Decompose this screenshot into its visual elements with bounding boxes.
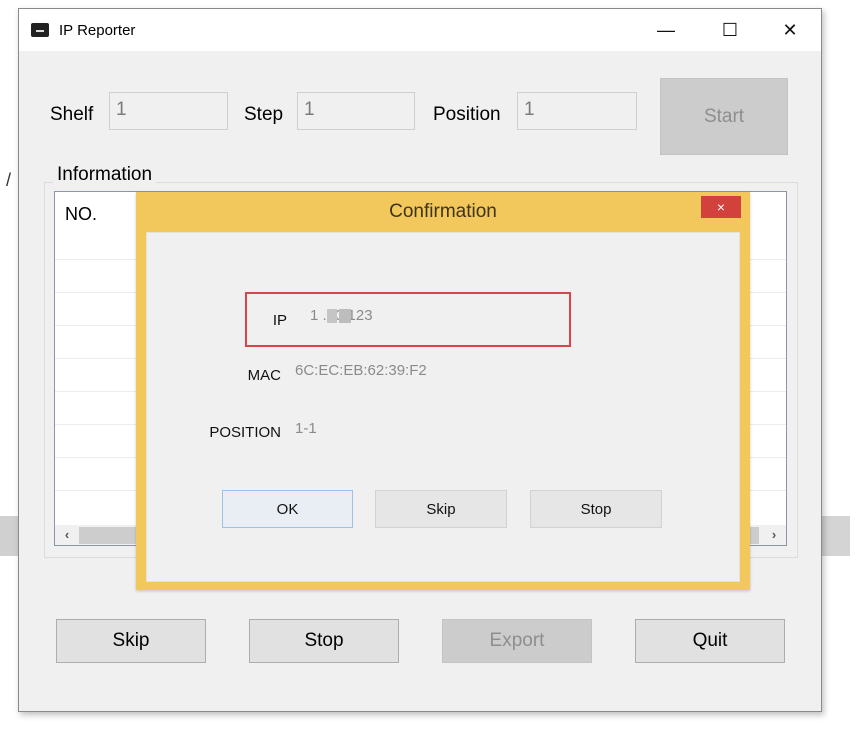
mac-label: MAC [247, 367, 281, 384]
title-bar: IP Reporter — ☐ ✕ [19, 9, 821, 51]
scroll-right-icon[interactable]: › [766, 525, 782, 545]
column-header-no[interactable]: NO. [65, 204, 97, 225]
redaction-mark [339, 309, 351, 323]
start-button[interactable]: Start [660, 78, 788, 155]
app-icon [31, 23, 49, 37]
shelf-label: Shelf [50, 104, 94, 125]
dialog-title: Confirmation [389, 201, 497, 222]
confirmation-dialog: Confirmation × IP 1 .70.123 MAC 6C:EC:EB… [136, 192, 750, 590]
background-bar [820, 516, 850, 556]
quit-button[interactable]: Quit [635, 619, 785, 663]
position-label: Position [433, 104, 501, 125]
step-label: Step [244, 104, 284, 125]
mac-value: 6C:EC:EB:62:39:F2 [295, 362, 427, 379]
stop-button[interactable]: Stop [249, 619, 399, 663]
position-field[interactable]: 1 [517, 92, 637, 130]
position-label: POSITION [209, 424, 281, 441]
ip-highlight-box [245, 292, 571, 347]
step-field[interactable]: 1 [297, 92, 415, 130]
dialog-close-button[interactable]: × [701, 196, 741, 218]
redaction-mark [327, 309, 337, 323]
dialog-stop-button[interactable]: Stop [530, 490, 662, 528]
dialog-body: IP 1 .70.123 MAC 6C:EC:EB:62:39:F2 POSIT… [146, 232, 740, 582]
ip-label: IP [272, 312, 287, 329]
dialog-ok-button[interactable]: OK [222, 490, 353, 528]
background-artifact: / [6, 170, 12, 190]
shelf-field[interactable]: 1 [109, 92, 228, 130]
information-title: Information [53, 164, 157, 186]
maximize-button[interactable]: ☐ [707, 9, 753, 51]
skip-button[interactable]: Skip [56, 619, 206, 663]
scroll-left-icon[interactable]: ‹ [59, 525, 75, 545]
position-value: 1-1 [295, 420, 317, 437]
minimize-button[interactable]: — [643, 9, 689, 51]
export-button[interactable]: Export [442, 619, 592, 663]
dialog-skip-button[interactable]: Skip [375, 490, 507, 528]
window-title: IP Reporter [59, 22, 136, 39]
background-bar [0, 516, 18, 556]
close-button[interactable]: ✕ [767, 9, 813, 51]
